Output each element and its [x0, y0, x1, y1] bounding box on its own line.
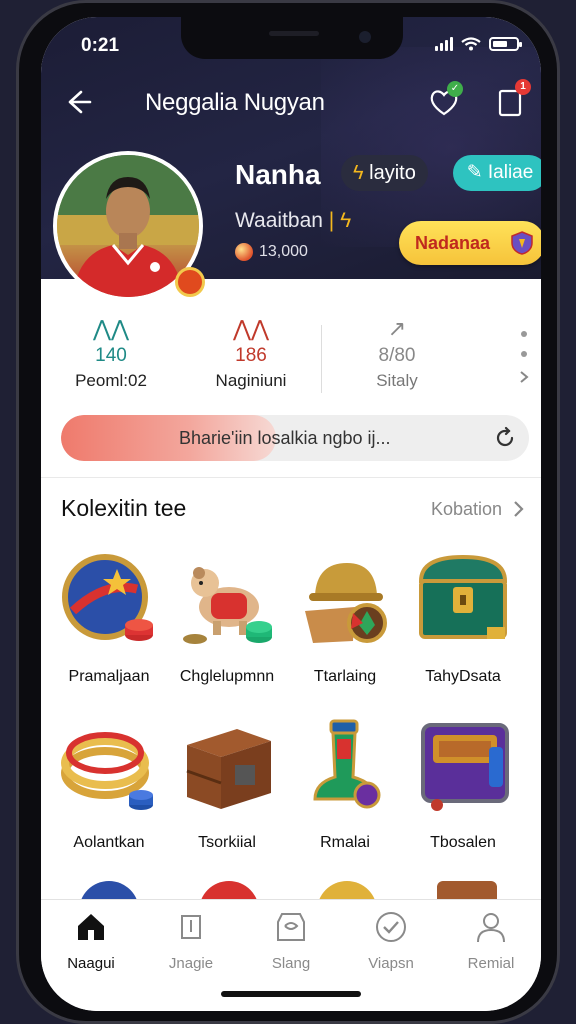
collection-item[interactable]: TahyDsata: [403, 551, 523, 686]
chevron-right-icon: [520, 371, 529, 383]
progress-bar[interactable]: Bharie'iin losalkia ngbo ij...: [61, 415, 529, 461]
tab-label: Jnagie: [168, 955, 214, 972]
collection-item[interactable]: Tbosalen: [403, 717, 523, 852]
stat-label: Sitaly: [376, 371, 418, 390]
collection-item[interactable]: Tsorkiial: [167, 717, 287, 852]
phone-frame: 0:21 Neggalia Nugyan ✓ 1 Nanha ϟ layito …: [16, 0, 560, 1024]
chart-up-icon: ⋀⋀: [92, 316, 130, 341]
collection-item-name: Chglelupmnn: [179, 668, 275, 685]
stat-label: Naginiuni: [215, 371, 287, 390]
dog-toy-icon: [183, 567, 272, 644]
coil-icon: [61, 732, 153, 810]
helmet-icon: [305, 563, 387, 643]
stat-label: Peoml:02: [75, 371, 147, 390]
battery-icon: [489, 37, 522, 51]
person-icon: [477, 913, 505, 943]
shop-icon: [277, 913, 305, 941]
notch: [181, 17, 403, 59]
profile-tag-label: layito: [369, 162, 416, 184]
bolt-icon: ϟ: [353, 162, 364, 184]
collection-title: Kolexitin tee: [61, 495, 187, 521]
stat-value: 186: [235, 345, 267, 366]
collection-item-name: Pramaljaan: [68, 668, 150, 685]
tab-label: Naagui: [67, 955, 115, 972]
pen-icon: ✎: [466, 162, 483, 183]
wifi-icon: [461, 37, 481, 51]
collection-see-all-link[interactable]: Kobation: [431, 499, 502, 520]
profile-subtitle-text: Waaitban: [235, 209, 323, 232]
collection-item-name: Ttarlaing: [313, 668, 377, 685]
collection-item-name: Tbosalen: [430, 834, 496, 851]
stat-value: 8/80: [378, 345, 416, 366]
check-circle-icon: [376, 912, 406, 942]
crown-icon: ⋀⋀: [232, 316, 270, 341]
coin-icon: [235, 243, 253, 261]
edit-profile-button[interactable]: ✎ Ialiae: [453, 155, 541, 191]
coin-amount: 13,000: [259, 243, 308, 260]
stats-divider: [321, 325, 322, 393]
coin-balance: 13,000: [235, 243, 308, 261]
shield-ball-icon: [62, 554, 153, 641]
profile-tag[interactable]: ϟ layito: [341, 155, 428, 191]
home-indicator: [221, 991, 361, 997]
tab-explore[interactable]: Jnagie: [141, 910, 241, 972]
profile-name: Nanha: [235, 159, 321, 190]
screen: 0:21 Neggalia Nugyan ✓ 1 Nanha ϟ layito …: [41, 17, 541, 1011]
collection-item[interactable]: Aolantkan: [49, 717, 169, 852]
favorite-button[interactable]: ✓: [427, 81, 463, 119]
notification-badge: 1: [515, 79, 531, 95]
edit-profile-label: Ialiae: [487, 162, 534, 183]
stat-points[interactable]: ⋀⋀ 140 Peoml:02: [41, 317, 181, 391]
collection-item-name: Tsorkiial: [198, 834, 256, 851]
treasure-chest-icon: [418, 554, 508, 639]
more-stats-icon[interactable]: [519, 331, 529, 383]
stat-matches[interactable]: ⋀⋀ 186 Naginiuni: [181, 317, 321, 391]
collection-item[interactable]: Pramaljaan: [49, 551, 169, 686]
refresh-icon[interactable]: [493, 426, 517, 450]
tab-label: Slang: [271, 955, 311, 972]
collection-item[interactable]: Ttarlaing: [285, 551, 405, 686]
heart-badge: ✓: [447, 81, 463, 97]
flag-icon: [181, 915, 201, 939]
tab-label: Viapsn: [368, 955, 414, 972]
profile-subtitle: Waaitban | ϟ: [235, 209, 351, 233]
section-divider: [41, 477, 541, 478]
premium-button-label: Nadanaa: [415, 233, 491, 253]
chevron-right-icon[interactable]: [511, 499, 527, 519]
progress-text: Bharie'iin losalkia ngbo ij...: [179, 428, 391, 448]
header-title: Neggalia Nugyan: [145, 89, 325, 116]
rank-badge-icon: [175, 267, 205, 297]
stats-row: ⋀⋀ 140 Peoml:02 ⋀⋀ 186 Naginiuni ↗ 8/80 …: [41, 317, 541, 397]
tab-home[interactable]: Naagui: [41, 910, 141, 972]
tab-profile[interactable]: Remial: [441, 910, 541, 972]
collection-item-name: TahyDsata: [425, 668, 501, 685]
purple-chest-icon: [421, 723, 509, 811]
stat-value: 140: [95, 345, 127, 366]
signal-icon: [435, 37, 453, 51]
collection-item[interactable]: Rmalai: [285, 717, 405, 852]
shield-icon: [511, 231, 533, 255]
bolt-icon: | ϟ: [328, 209, 352, 232]
wooden-crate-icon: [186, 729, 271, 809]
arrow-icon: ↗: [387, 316, 407, 341]
collection-item-name: Aolantkan: [73, 834, 145, 851]
tab-store[interactable]: Slang: [241, 910, 341, 972]
collection-item[interactable]: Chglelupmnn: [167, 551, 287, 686]
status-time: 0:21: [81, 35, 120, 56]
inbox-button[interactable]: 1: [493, 79, 531, 119]
tab-tasks[interactable]: Viapsn: [341, 910, 441, 972]
home-icon: [78, 914, 104, 940]
status-icons: [435, 37, 522, 51]
stat-streak[interactable]: ↗ 8/80 Sitaly: [327, 317, 467, 391]
trophy-boot-icon: [313, 719, 381, 809]
back-arrow-icon[interactable]: [63, 87, 93, 117]
tab-label: Remial: [467, 955, 515, 972]
collection-item-name: Rmalai: [320, 834, 370, 851]
premium-button[interactable]: Nadanaa: [399, 221, 541, 265]
